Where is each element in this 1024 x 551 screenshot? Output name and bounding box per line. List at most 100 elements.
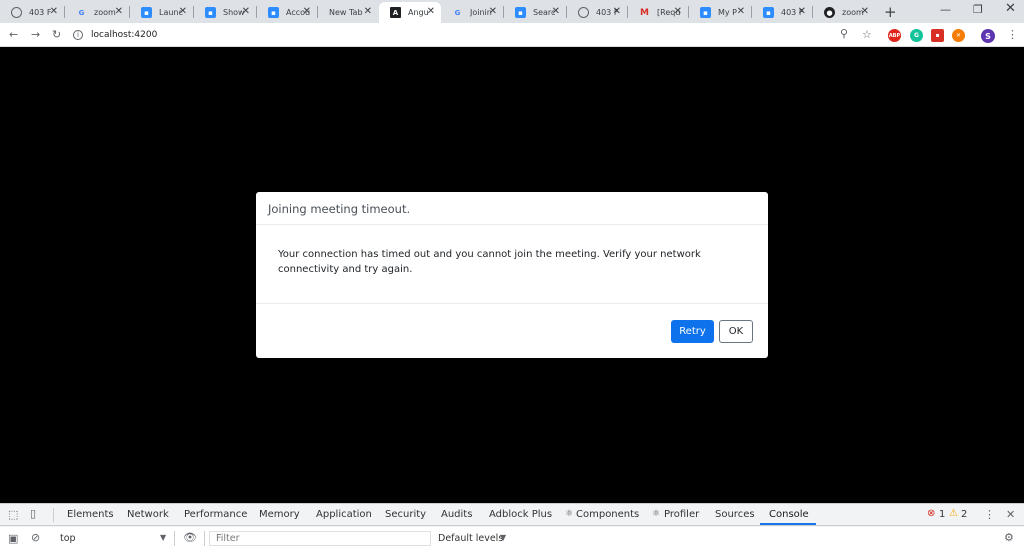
window-close-icon[interactable]: ✕ — [1005, 1, 1016, 16]
inspect-element-icon[interactable]: ⬚ — [8, 508, 18, 521]
close-icon[interactable]: ✕ — [737, 6, 745, 18]
browser-tab[interactable]: ▪ 403 F ✕ — [752, 2, 812, 23]
browser-tab[interactable]: ▪ My P ✕ — [689, 2, 751, 23]
browser-tab[interactable]: ▪ Accou ✕ — [257, 2, 317, 23]
show-sidebar-icon[interactable]: ▣ — [8, 532, 18, 545]
back-icon[interactable]: ← — [9, 28, 18, 41]
console-toolbar: ▣ ⊘ top ▼ 👁 Filter Default levels ▼ ⚙ — [0, 527, 1024, 551]
close-icon[interactable]: ✕ — [50, 6, 58, 18]
close-icon[interactable]: ✕ — [861, 6, 869, 18]
warning-count[interactable]: 2 — [961, 509, 967, 520]
close-icon[interactable]: ✕ — [303, 6, 311, 18]
close-icon[interactable]: ✕ — [242, 6, 250, 18]
new-tab-icon[interactable]: + — [884, 3, 897, 21]
google-icon: G — [454, 8, 461, 17]
avatar[interactable]: S — [981, 29, 995, 43]
close-icon[interactable]: ✕ — [427, 6, 435, 18]
console-filter-input[interactable]: Filter — [209, 531, 431, 546]
log-levels-dropdown[interactable]: Default levels — [438, 533, 503, 544]
devtools-tab-console[interactable]: Console — [769, 509, 809, 520]
google-icon: G — [78, 8, 85, 17]
browser-tab[interactable]: G Joinin ✕ — [441, 2, 503, 23]
github-icon: ● — [824, 7, 835, 18]
retry-button[interactable]: Retry — [671, 320, 714, 343]
url-text: localhost:4200 — [91, 30, 158, 40]
devtools-menu-icon[interactable]: ⋮ — [984, 508, 995, 521]
devtools-tab-security[interactable]: Security — [385, 509, 426, 520]
react-icon: ⚛ — [565, 509, 574, 519]
close-icon[interactable]: ✕ — [613, 6, 621, 18]
close-icon[interactable]: ✕ — [115, 6, 123, 18]
eye-icon[interactable]: 👁 — [183, 531, 197, 544]
browser-tab[interactable]: ▪ Show ✕ — [194, 2, 256, 23]
bookmark-star-icon[interactable]: ☆ — [862, 28, 872, 41]
close-icon[interactable]: ✕ — [674, 6, 682, 18]
reload-icon[interactable]: ↻ — [52, 28, 61, 41]
devtools-tab-performance[interactable]: Performance — [184, 509, 247, 520]
devtools-tab-sources[interactable]: Sources — [715, 509, 755, 520]
address-bar[interactable]: i localhost:4200 — [73, 26, 883, 44]
info-icon[interactable]: i — [73, 30, 83, 40]
warning-icon[interactable]: ⚠ — [949, 508, 958, 519]
context-dropdown-chevron-icon[interactable]: ▼ — [160, 533, 166, 542]
extension-orange-icon[interactable]: ✕ — [952, 29, 965, 42]
devtools-tab-memory[interactable]: Memory — [259, 509, 300, 520]
angular-icon: A — [390, 7, 401, 18]
close-icon[interactable]: ✕ — [798, 6, 806, 18]
browser-tab[interactable]: G zoom ✕ — [65, 2, 129, 23]
browser-tab[interactable]: 403 F ✕ — [0, 2, 64, 23]
browser-tab[interactable]: ▪ Launc ✕ — [130, 2, 193, 23]
zoom-icon: ▪ — [700, 7, 711, 18]
close-icon[interactable]: ✕ — [489, 6, 497, 18]
browser-tab-active[interactable]: A Angu ✕ — [379, 2, 441, 23]
dialog-footer: Retry OK — [256, 304, 768, 358]
error-count[interactable]: 1 — [939, 509, 945, 520]
dialog-title: Joining meeting timeout. — [256, 192, 768, 225]
devtools-tab-application[interactable]: Application — [316, 509, 372, 520]
console-settings-gear-icon[interactable]: ⚙ — [1004, 531, 1014, 544]
devtools-tab-components[interactable]: Components — [576, 509, 639, 520]
browser-tab[interactable]: 403 F ✕ — [567, 2, 627, 23]
menu-kebab-icon[interactable]: ⋮ — [1007, 28, 1018, 41]
error-icon[interactable]: ⊗ — [927, 508, 935, 519]
devtools-tab-bar: ⬚ ▯ Elements Network Performance Memory … — [0, 504, 1024, 526]
browser-tab[interactable]: New Tab ✕ — [318, 2, 378, 23]
extension-red-icon[interactable]: ▪ — [931, 29, 944, 42]
browser-tab[interactable]: ● zoom ✕ — [813, 2, 875, 23]
dialog-message: Your connection has timed out and you ca… — [256, 225, 768, 304]
restore-icon[interactable]: ❐ — [973, 3, 983, 16]
zoom-icon: ▪ — [268, 7, 279, 18]
devtools-tab-profiler[interactable]: Profiler — [664, 509, 699, 520]
browser-tab[interactable]: ▪ Searc ✕ — [504, 2, 566, 23]
close-icon[interactable]: ✕ — [179, 6, 187, 18]
timeout-dialog: Joining meeting timeout. Your connection… — [256, 192, 768, 358]
zoom-icon: ▪ — [205, 7, 216, 18]
grammarly-icon[interactable]: G — [910, 29, 923, 42]
minimize-icon[interactable]: — — [940, 3, 951, 16]
active-tab-indicator — [760, 523, 816, 525]
zoom-icon: ▪ — [141, 7, 152, 18]
gmail-icon: M — [640, 7, 649, 18]
zoom-icon: ▪ — [515, 7, 526, 18]
clear-console-icon[interactable]: ⊘ — [31, 531, 40, 544]
browser-toolbar: ← → ↻ i localhost:4200 ⚲ ☆ — [0, 23, 1024, 47]
globe-icon — [11, 7, 22, 18]
context-selector[interactable]: top — [60, 533, 76, 544]
devtools-tab-network[interactable]: Network — [127, 509, 169, 520]
ok-button[interactable]: OK — [719, 320, 753, 343]
zoom-magnifier-icon[interactable]: ⚲ — [840, 27, 848, 40]
browser-tab-strip: 403 F ✕ G zoom ✕ ▪ Launc ✕ ▪ Show ✕ ▪ Ac… — [0, 0, 1024, 23]
forward-icon[interactable]: → — [31, 28, 40, 41]
devtools-tab-adblock-plus[interactable]: Adblock Plus — [489, 509, 552, 520]
levels-chevron-icon[interactable]: ▼ — [500, 533, 506, 542]
devtools-panel: ⬚ ▯ Elements Network Performance Memory … — [0, 503, 1024, 551]
zoom-icon: ▪ — [763, 7, 774, 18]
devtools-tab-audits[interactable]: Audits — [441, 509, 472, 520]
devtools-close-icon[interactable]: ✕ — [1006, 508, 1015, 521]
browser-tab[interactable]: M [Requ ✕ — [628, 2, 688, 23]
close-icon[interactable]: ✕ — [552, 6, 560, 18]
adblock-plus-icon[interactable]: ABP — [888, 29, 901, 42]
devtools-tab-elements[interactable]: Elements — [67, 509, 114, 520]
device-toolbar-icon[interactable]: ▯ — [30, 507, 36, 520]
close-icon[interactable]: ✕ — [364, 6, 372, 18]
